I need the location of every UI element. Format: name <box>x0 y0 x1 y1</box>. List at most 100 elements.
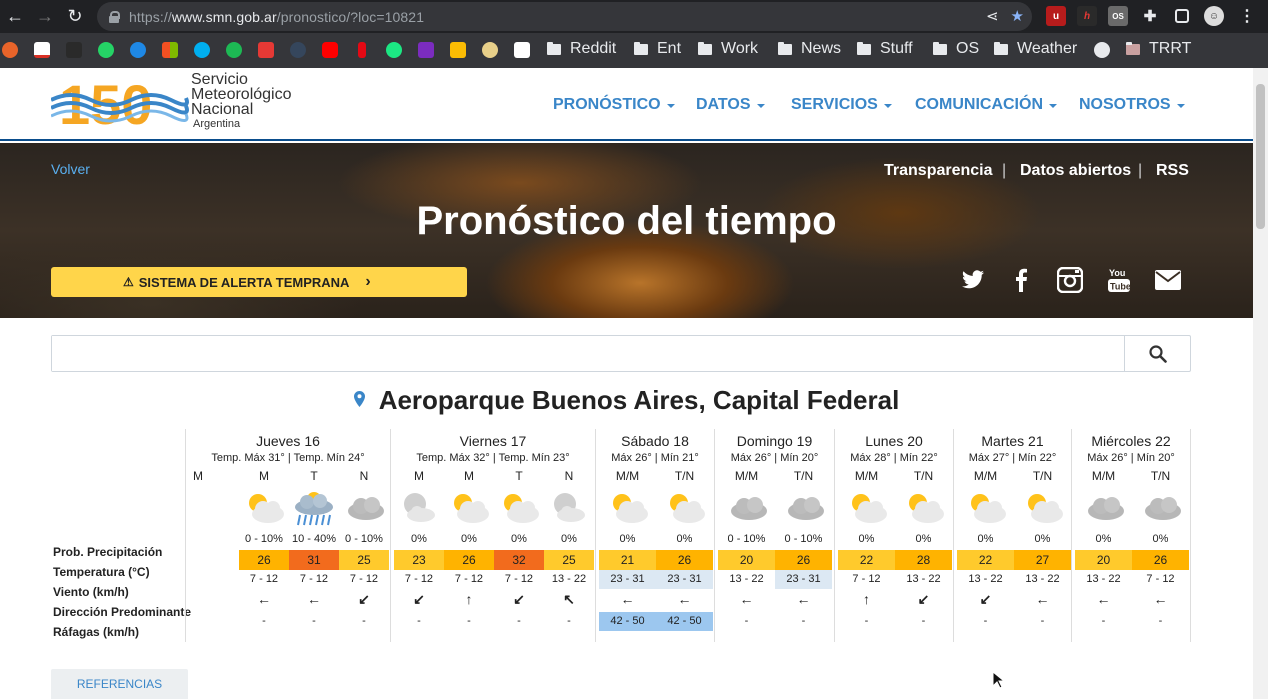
scrollbar-thumb[interactable] <box>1256 84 1265 229</box>
sidebar-icon[interactable] <box>1175 9 1189 23</box>
nav-pronostico[interactable]: PRONÓSTICO <box>553 96 675 114</box>
sun-cloud-icon <box>851 494 887 523</box>
facebook-icon[interactable] <box>1008 267 1034 293</box>
folder-icon <box>778 41 792 55</box>
moon-cloud-icon <box>554 493 585 522</box>
svg-text:Tube: Tube <box>1110 282 1131 292</box>
page-title: Pronóstico del tiempo <box>416 199 837 243</box>
mouse-cursor-icon <box>992 671 1004 689</box>
reload-icon[interactable]: ↻ <box>60 2 90 32</box>
bookmark-folder-work[interactable]: Work <box>698 40 758 58</box>
nav-servicios[interactable]: SERVICIOS <box>791 96 892 114</box>
forward-icon[interactable]: → <box>30 2 60 32</box>
link-transparencia[interactable]: Transparencia <box>884 162 993 180</box>
twitter-icon[interactable] <box>960 267 986 293</box>
period-column: T/N 0% 28 13 - 22 ↙ - <box>895 429 952 642</box>
spotify-icon[interactable] <box>226 42 242 58</box>
bookmark-folder-stuff[interactable]: Stuff <box>857 40 913 58</box>
precip-value: 0% <box>977 533 994 545</box>
extension-os-icon[interactable]: OS <box>1108 6 1128 26</box>
search-input[interactable] <box>52 336 1124 371</box>
bookmark-star-icon[interactable]: ★ <box>1011 7 1024 25</box>
opensubtitles-icon[interactable] <box>258 42 274 58</box>
early-warning-button[interactable]: ⚠ SISTEMA DE ALERTA TEMPRANA › <box>51 267 467 297</box>
period-column: M/M 0% 22 7 - 12 ↑ - <box>838 429 895 642</box>
wikipedia-icon[interactable] <box>514 42 530 58</box>
search-button[interactable] <box>1124 336 1190 371</box>
github-icon[interactable] <box>1094 42 1110 58</box>
whatsapp-icon[interactable] <box>98 42 114 58</box>
profile-avatar[interactable]: ☺ <box>1204 6 1224 26</box>
precip-value: 0 - 10% <box>727 533 766 545</box>
bookmark-round-icon[interactable] <box>482 42 498 58</box>
email-icon[interactable] <box>1155 267 1181 293</box>
precip-value: 0 - 10% <box>245 533 283 545</box>
bookmark-folder-weather[interactable]: Weather <box>994 40 1077 58</box>
link-rss[interactable]: RSS <box>1156 162 1189 180</box>
bookmark-folder-news[interactable]: News <box>778 40 841 58</box>
link-datos-abiertos[interactable]: Datos abiertos <box>1020 162 1131 180</box>
messages-icon[interactable] <box>130 42 146 58</box>
bookmark-folder-reddit[interactable]: Reddit <box>547 40 616 58</box>
temperature-cell: 26 <box>1132 550 1189 570</box>
mastodon-icon[interactable] <box>418 42 434 58</box>
sun-cloud-icon <box>454 494 489 523</box>
temperature-cell: 32 <box>494 550 544 570</box>
nav-comunicacion[interactable]: COMUNICACIÓN <box>915 96 1057 114</box>
precip-value: 0% <box>461 533 477 545</box>
period-column: T 10 - 40% 31 7 - 12 ← - <box>289 429 339 642</box>
storm-rain-icon <box>295 492 333 526</box>
wind-direction-arrow: ↙ <box>513 591 525 607</box>
back-icon[interactable]: ← <box>0 2 30 32</box>
skype-icon[interactable] <box>194 42 210 58</box>
address-bar[interactable]: https://www.smn.gob.ar/pronostico/?loc=1… <box>97 2 1032 31</box>
share-icon[interactable]: ⋖ <box>986 7 999 25</box>
bookmark-folder-os[interactable]: OS <box>933 40 979 58</box>
wind-cell: 7 - 12 <box>404 573 434 585</box>
day-column: Martes 21 Máx 27° | Mín 22° M/M 0% 22 13 - 22… <box>953 429 1071 642</box>
duckduckgo-icon[interactable] <box>2 42 18 58</box>
url-text[interactable]: https://www.smn.gob.ar/pronostico/?loc=1… <box>129 9 424 25</box>
lock-icon[interactable] <box>109 10 120 23</box>
wind-direction-arrow: ← <box>620 591 635 607</box>
gust-cell: - <box>864 615 869 627</box>
ublock-icon[interactable]: u <box>1046 6 1066 26</box>
play-icon[interactable] <box>386 42 402 58</box>
nav-nosotros[interactable]: NOSOTROS <box>1079 96 1185 114</box>
page-content: 150 Servicio Meteorológico Nacional Arge… <box>0 68 1253 699</box>
gmail-icon[interactable] <box>34 42 50 58</box>
gust-cell: - <box>1101 615 1106 627</box>
extension-h-icon[interactable]: h <box>1077 6 1097 26</box>
trrt-icon <box>1126 41 1140 55</box>
instagram-icon[interactable] <box>1057 267 1083 293</box>
nav-datos[interactable]: DATOS <box>696 96 765 114</box>
wind-cell: 7 - 12 <box>852 573 881 585</box>
page-scrollbar[interactable] <box>1253 68 1268 699</box>
temperature-cell <box>189 550 239 570</box>
wind-cell: 23 - 31 <box>775 570 832 589</box>
microsoft-icon[interactable] <box>162 42 178 58</box>
keep-icon[interactable] <box>450 42 466 58</box>
netflix-icon[interactable] <box>358 42 366 58</box>
youtube-icon[interactable]: You Tube <box>1106 267 1132 293</box>
tumblr-icon[interactable] <box>290 42 306 58</box>
precip-value: 0% <box>915 533 932 545</box>
wind-cell: 7 - 12 <box>249 573 279 585</box>
youtube-icon[interactable] <box>322 42 338 58</box>
wind-direction-arrow: ← <box>257 591 271 607</box>
smn-logo[interactable]: 150 Servicio Meteorológico Nacional Arge… <box>50 72 311 136</box>
folder-icon <box>994 41 1008 55</box>
folder-icon <box>933 41 947 55</box>
folder-icon <box>547 41 561 55</box>
caret-down-icon <box>756 104 765 108</box>
back-link[interactable]: Volver <box>51 161 90 177</box>
bookmark-trrt[interactable]: TRRT <box>1126 40 1191 58</box>
extensions-puzzle-icon[interactable]: ✚ <box>1140 6 1160 26</box>
menu-dots-icon[interactable]: ⋮ <box>1237 6 1257 26</box>
wind-direction-arrow: ← <box>1096 591 1111 607</box>
wind-direction-arrow: ↑ <box>465 591 473 607</box>
references-button[interactable]: REFERENCIAS <box>51 669 188 699</box>
bookmark-folder-ent[interactable]: Ent <box>634 40 681 58</box>
gust-cell: - <box>1158 615 1163 627</box>
bookmark-dark-icon[interactable] <box>66 42 82 58</box>
